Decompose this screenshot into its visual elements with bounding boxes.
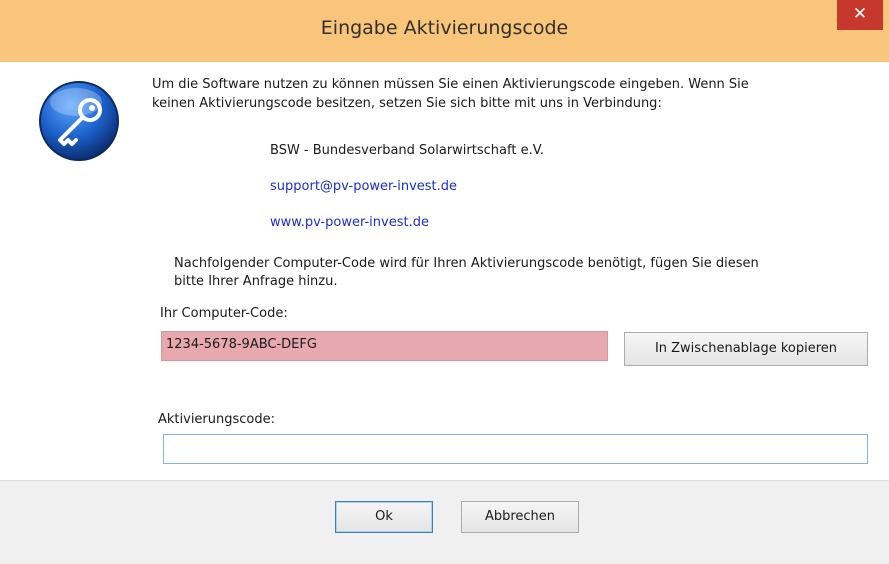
window-title: Eingabe Aktivierungscode	[320, 17, 569, 39]
website-link[interactable]: www.pv-power-invest.de	[270, 215, 429, 230]
close-icon: ✕	[852, 4, 868, 24]
computer-code-label: Ihr Computer-Code:	[160, 306, 288, 321]
dialog-content: Um die Software nutzen zu können müssen …	[0, 62, 889, 480]
close-button[interactable]: ✕	[837, 0, 883, 30]
cancel-button[interactable]: Abbrechen	[461, 501, 579, 533]
title-bar[interactable]: Eingabe Aktivierungscode ✕	[0, 0, 889, 62]
notice-line-2: bitte Ihrer Anfrage hinzu.	[174, 274, 338, 289]
organization-name: BSW - Bundesverband Solarwirtschaft e.V.	[270, 143, 545, 158]
activation-code-label: Aktivierungscode:	[158, 412, 276, 427]
intro-line-1: Um die Software nutzen zu können müssen …	[152, 77, 749, 92]
activation-code-input[interactable]	[163, 434, 868, 464]
computer-code-field[interactable]: 1234-5678-9ABC-DEFG	[161, 331, 608, 361]
activation-dialog: Eingabe Aktivierungscode ✕ Um die Softwa…	[0, 0, 889, 564]
support-email-link[interactable]: support@pv-power-invest.de	[270, 179, 457, 194]
copy-to-clipboard-button[interactable]: In Zwischenablage kopieren	[624, 332, 868, 366]
button-bar: Ok Abbrechen	[0, 480, 889, 564]
key-icon	[38, 80, 120, 162]
notice-line-1: Nachfolgender Computer-Code wird für Ihr…	[174, 256, 759, 271]
intro-line-2: keinen Aktivierungscode besitzen, setzen…	[152, 96, 662, 111]
ok-button[interactable]: Ok	[335, 501, 433, 533]
